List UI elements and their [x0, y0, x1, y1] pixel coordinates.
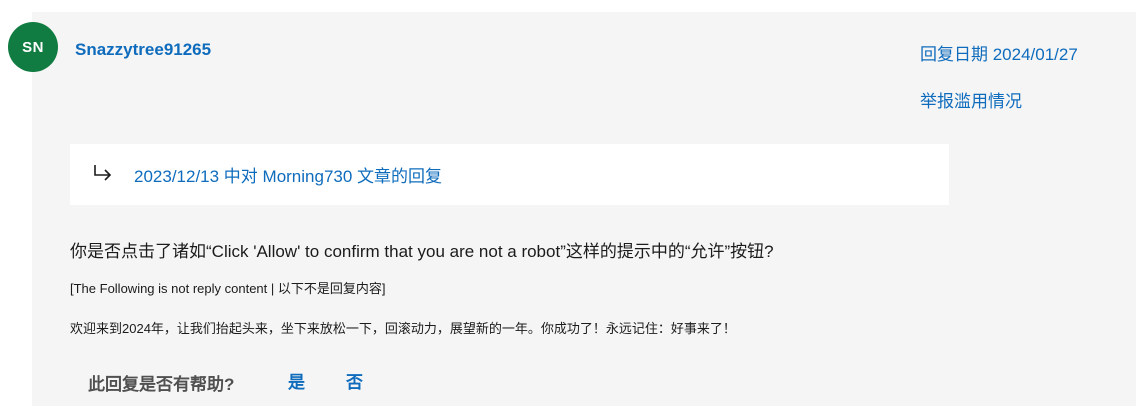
helpful-yes-button[interactable]: 是 — [288, 368, 305, 393]
quoted-reply-box: 2023/12/13 中对 Morning730 文章的回复 — [70, 144, 949, 205]
avatar[interactable]: SN — [8, 22, 58, 72]
reply-date: 回复日期 2024/01/27 — [920, 45, 1078, 64]
username-link[interactable]: Snazzytree91265 — [75, 40, 211, 60]
reply-card — [32, 12, 1136, 406]
reply-note: [The Following is not reply content | 以下… — [70, 281, 386, 296]
avatar-initials: SN — [22, 38, 44, 56]
report-abuse-link[interactable]: 举报滥用情况 — [920, 87, 1022, 112]
helpful-question: 此回复是否有帮助? — [88, 375, 235, 394]
reply-signature: 欢迎来到2024年，让我们抬起头来，坐下来放松一下，回滚动力，展望新的一年。你成… — [70, 321, 736, 336]
reply-body-main: 你是否点击了诸如“Click 'Allow' to confirm that y… — [70, 242, 774, 261]
helpful-no-button[interactable]: 否 — [346, 368, 363, 393]
quoted-reply-link[interactable]: 2023/12/13 中对 Morning730 文章的回复 — [134, 162, 442, 187]
reply-arrow-icon — [94, 165, 112, 181]
